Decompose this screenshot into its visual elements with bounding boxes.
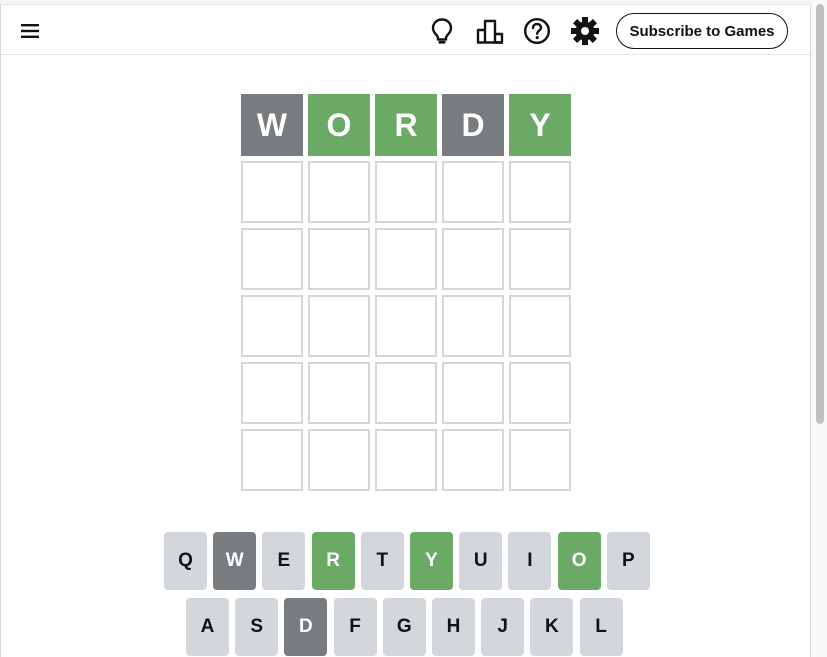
question-mark-icon[interactable] xyxy=(521,15,553,47)
board-tile xyxy=(241,295,303,357)
key-d[interactable]: D xyxy=(284,598,328,656)
board-tile xyxy=(509,228,571,290)
board-tile xyxy=(375,295,437,357)
bar-chart-icon[interactable] xyxy=(474,15,506,47)
gear-icon[interactable] xyxy=(568,15,602,47)
key-g[interactable]: G xyxy=(382,598,426,656)
hamburger-menu-icon[interactable] xyxy=(15,17,45,45)
key-o[interactable]: O xyxy=(557,532,601,590)
board-tile xyxy=(509,362,571,424)
key-q[interactable]: Q xyxy=(164,532,207,590)
wordle-app: Subscribe to Games WORDY QWERTYUIOPASDFG… xyxy=(0,4,811,657)
key-l[interactable]: L xyxy=(579,598,623,656)
key-e[interactable]: E xyxy=(262,532,306,590)
lightbulb-icon[interactable] xyxy=(426,15,458,47)
key-h[interactable]: H xyxy=(432,598,475,656)
board-tile xyxy=(442,429,504,491)
board-tile xyxy=(308,228,370,290)
key-t[interactable]: T xyxy=(360,532,404,590)
subscribe-label: Subscribe to Games xyxy=(629,22,775,40)
board-tile xyxy=(442,362,504,424)
board-tile xyxy=(308,362,370,424)
scrollbar-thumb[interactable] xyxy=(816,4,824,424)
board-tile xyxy=(442,161,504,223)
board-tile xyxy=(442,228,504,290)
board-tile xyxy=(308,161,370,223)
key-f[interactable]: F xyxy=(333,598,377,656)
board-tile xyxy=(509,429,571,491)
key-j[interactable]: J xyxy=(481,598,525,656)
board-tile: O xyxy=(308,94,370,156)
board-tile xyxy=(241,228,303,290)
board-tile: D xyxy=(442,94,504,156)
board-tile xyxy=(375,161,437,223)
board-tile: Y xyxy=(509,94,571,156)
key-w[interactable]: W xyxy=(213,532,257,590)
browser-frame: Subscribe to Games WORDY QWERTYUIOPASDFG… xyxy=(0,0,827,657)
board-tile xyxy=(241,161,303,223)
game-header: Subscribe to Games xyxy=(1,5,810,55)
board-tile xyxy=(241,429,303,491)
key-u[interactable]: U xyxy=(459,532,503,590)
board-tile xyxy=(509,161,571,223)
board-tile xyxy=(308,295,370,357)
board-tile xyxy=(308,429,370,491)
key-i[interactable]: I xyxy=(508,532,552,590)
board-tile xyxy=(375,429,437,491)
subscribe-button[interactable]: Subscribe to Games xyxy=(616,13,788,49)
key-p[interactable]: P xyxy=(606,532,650,590)
board-tile xyxy=(375,228,437,290)
key-a[interactable]: A xyxy=(186,598,229,656)
board-tile xyxy=(241,362,303,424)
key-r[interactable]: R xyxy=(311,532,355,590)
key-s[interactable]: S xyxy=(235,598,279,656)
board-tile: R xyxy=(375,94,437,156)
key-y[interactable]: Y xyxy=(410,532,453,590)
board-tile xyxy=(442,295,504,357)
board-tile xyxy=(375,362,437,424)
board-tile: W xyxy=(241,94,303,156)
board-tile xyxy=(509,295,571,357)
key-k[interactable]: K xyxy=(530,598,574,656)
